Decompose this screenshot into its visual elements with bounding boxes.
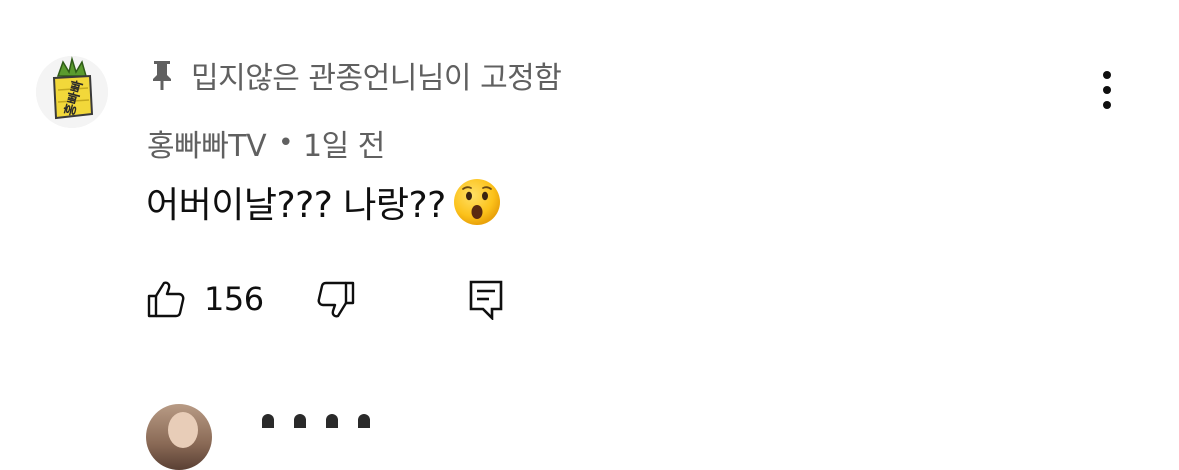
pinned-indicator: 밉지않은 관종언니님이 고정함	[147, 55, 562, 96]
next-comment-author-partial	[262, 414, 432, 428]
dislike-button[interactable]	[316, 276, 356, 322]
author-name[interactable]: 홍빠빠TV	[147, 121, 267, 165]
comment-timestamp[interactable]: 1일 전	[303, 121, 385, 165]
pin-icon	[153, 61, 171, 90]
next-comment-avatar[interactable]	[146, 404, 212, 470]
comment-actions: 156	[146, 276, 546, 322]
channel-avatar[interactable]: 홍빠빠	[36, 56, 108, 128]
like-count: 156	[204, 280, 264, 318]
comment-meta: 홍빠빠TV • 1일 전	[147, 122, 385, 164]
reply-icon	[469, 280, 503, 320]
reply-button[interactable]	[466, 276, 506, 322]
comment-body: 어버이날??? 나랑??	[146, 176, 502, 228]
avatar-face	[168, 412, 198, 448]
meta-separator: •	[278, 128, 293, 158]
more-vertical-icon	[1103, 71, 1111, 109]
thumbs-up-icon	[147, 281, 185, 318]
pinned-label: 밉지않은 관종언니님이 고정함	[191, 61, 562, 96]
comment-text: 어버이날??? 나랑??	[146, 185, 446, 226]
thumbs-down-icon	[317, 281, 355, 318]
like-button[interactable]: 156	[146, 276, 264, 322]
channel-logo: 홍빠빠	[36, 56, 108, 128]
more-options-button[interactable]	[1088, 68, 1126, 112]
astonished-face-emoji	[452, 177, 502, 227]
